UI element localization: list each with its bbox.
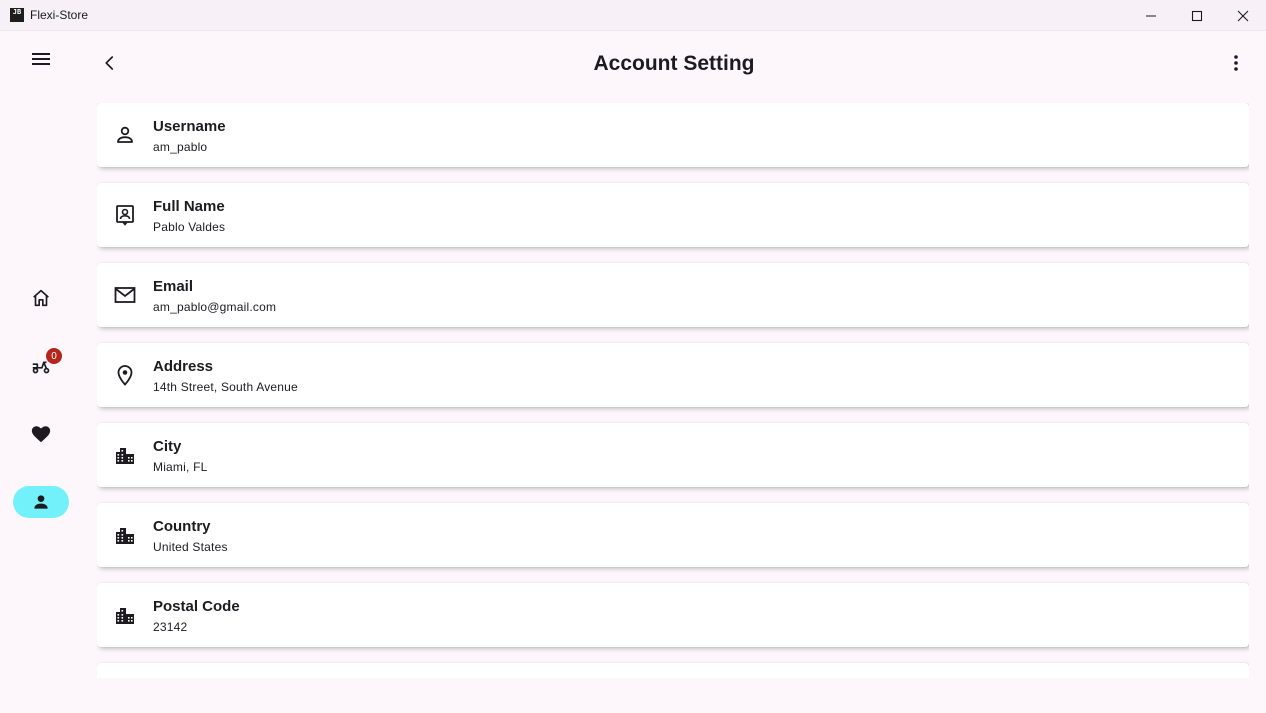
city-icon	[116, 528, 134, 544]
heart-icon	[31, 426, 51, 443]
setting-value: 14th Street, South Avenue	[153, 380, 298, 394]
rail-item-account[interactable]	[13, 486, 69, 518]
account-settings-list: Username am_pablo Full Name Pablo Valdes…	[97, 103, 1249, 678]
menu-button[interactable]	[28, 47, 54, 71]
mail-icon	[114, 287, 136, 303]
setting-label: Email	[153, 278, 194, 295]
rail-item-cart[interactable]: 0	[13, 348, 69, 382]
setting-label: City	[153, 438, 182, 455]
minimize-button[interactable]	[1128, 0, 1174, 31]
setting-label: Username	[153, 118, 226, 135]
setting-country[interactable]: Country United States	[97, 503, 1249, 567]
setting-label: Country	[153, 518, 211, 535]
menu-icon	[32, 53, 50, 65]
setting-value: am_pablo	[153, 140, 208, 154]
page-title: Account Setting	[593, 52, 755, 75]
setting-value: Miami, FL	[153, 460, 208, 474]
setting-value: am_pablo@gmail.com	[153, 300, 277, 314]
home-icon	[33, 289, 49, 307]
window-titlebar: JB Flexi-Store	[0, 0, 1266, 31]
more-vertical-icon	[1234, 55, 1238, 71]
contact-card-icon	[116, 205, 134, 226]
close-button[interactable]	[1220, 0, 1266, 31]
setting-postal-code[interactable]: Postal Code 23142	[97, 583, 1249, 647]
setting-label: Full Name	[153, 198, 225, 215]
city-icon	[116, 448, 134, 464]
setting-username[interactable]: Username am_pablo	[97, 103, 1249, 167]
location-pin-icon	[117, 365, 133, 386]
app-logo-text: JB	[12, 8, 22, 16]
setting-label: Postal Code	[153, 598, 240, 615]
setting-label: Address	[153, 358, 214, 375]
top-app-bar: Account Setting	[82, 31, 1266, 97]
setting-full-name[interactable]: Full Name Pablo Valdes	[97, 183, 1249, 247]
maximize-button[interactable]	[1174, 0, 1220, 31]
more-options-button[interactable]	[1222, 49, 1250, 77]
rail-item-home[interactable]	[13, 282, 69, 314]
person-icon	[34, 495, 48, 509]
setting-address[interactable]: Address 14th Street, South Avenue	[97, 343, 1249, 407]
close-icon	[1237, 10, 1249, 21]
minimize-icon	[1146, 15, 1156, 16]
rail-item-favorites[interactable]	[13, 418, 69, 450]
city-icon	[116, 608, 134, 624]
setting-value: 23142	[153, 620, 188, 634]
maximize-icon	[1191, 10, 1203, 21]
window-controls	[1128, 0, 1266, 31]
setting-value: United States	[153, 540, 228, 554]
person-outline-icon	[117, 126, 133, 143]
navigation-rail: 0	[0, 31, 82, 713]
setting-city[interactable]: City Miami, FL	[97, 423, 1249, 487]
setting-email[interactable]: Email am_pablo@gmail.com	[97, 263, 1249, 327]
app-logo-icon: JB	[10, 8, 24, 22]
setting-next-partial[interactable]	[97, 663, 1249, 678]
setting-value: Pablo Valdes	[153, 220, 226, 234]
window-title: Flexi-Store	[30, 8, 89, 22]
cart-badge: 0	[46, 348, 62, 364]
